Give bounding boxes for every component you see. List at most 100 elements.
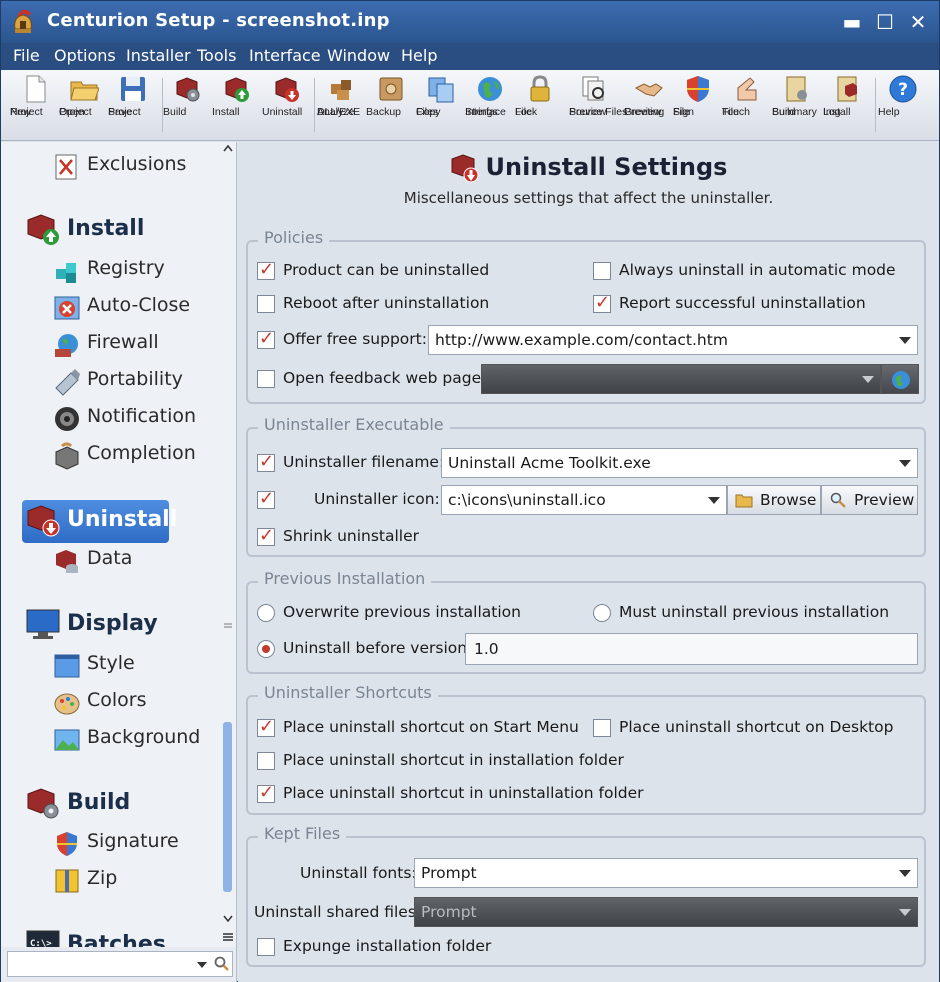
preview-greeting-button[interactable]: Preview Greeting <box>624 74 674 138</box>
menu-interface[interactable]: Interface <box>249 46 321 65</box>
uninstaller-filename-combo[interactable]: Uninstall Acme Toolkit.exe <box>441 448 918 478</box>
help-button[interactable]: ? Help <box>878 74 928 138</box>
save-project-button[interactable]: Save Project <box>108 74 158 138</box>
new-document-icon <box>26 75 46 103</box>
preview-source-files-button[interactable]: Preview Source Files <box>569 74 627 138</box>
style-window-icon <box>54 654 80 678</box>
copy-files-icon <box>428 77 454 103</box>
close-button[interactable]: ✕ <box>905 9 931 35</box>
uninstaller-icon-combo[interactable]: c:\icons\uninstall.ico <box>441 485 727 515</box>
checkbox-box[interactable] <box>257 370 275 388</box>
dropdown-arrow-icon[interactable] <box>899 870 911 877</box>
install-button[interactable]: Install <box>212 74 262 138</box>
radio-circle[interactable] <box>593 604 611 622</box>
checkbox-box[interactable] <box>257 752 275 770</box>
sidebar-search-input[interactable] <box>7 951 233 977</box>
checkbox-box[interactable] <box>257 938 275 956</box>
usb-drive-icon <box>55 369 80 396</box>
preview-button[interactable]: Preview <box>821 485 918 515</box>
checkbox-box[interactable] <box>257 328 275 349</box>
floppy-disk-icon <box>121 77 145 101</box>
menu-tools[interactable]: Tools <box>197 46 236 65</box>
firewall-globe-icon <box>55 334 78 357</box>
uninstall-box-icon <box>275 77 299 102</box>
uninstall-before-version-input[interactable]: 1.0 <box>465 633 918 665</box>
uninstaller-shortcuts-legend: Uninstaller Shortcuts <box>258 683 438 702</box>
radio-circle[interactable] <box>257 640 275 658</box>
policies-legend: Policies <box>258 228 330 247</box>
install-box-icon <box>225 77 249 102</box>
radio-circle[interactable] <box>257 604 275 622</box>
uninstall-box-icon <box>27 505 60 537</box>
checkbox-box[interactable] <box>593 719 611 737</box>
interface-strings-button[interactable]: Interface Strings <box>465 74 515 138</box>
checkbox-box[interactable] <box>257 525 275 546</box>
menu-window[interactable]: Window <box>327 46 390 65</box>
uninstall-button[interactable]: Uninstall <box>262 74 312 138</box>
dropdown-arrow-icon[interactable] <box>899 460 911 467</box>
page-subtitle: Miscellaneous settings that affect the u… <box>403 189 774 207</box>
new-project-button[interactable]: New Project <box>10 74 60 138</box>
window-title: Centurion Setup - screenshot.inp <box>47 10 390 31</box>
analyze-dll-button[interactable]: Analyze DLL/EXE <box>317 74 367 138</box>
checkbox-box[interactable] <box>593 262 611 280</box>
checkbox-box[interactable] <box>257 782 275 803</box>
copy-files-button[interactable]: Copy Files <box>416 74 466 138</box>
exclusions-icon <box>55 154 77 180</box>
page-title: Uninstall Settings <box>238 152 939 184</box>
safe-icon <box>379 77 403 101</box>
navigation-sidebar: Exclusions Install Registry Auto-Close F… <box>1 142 237 947</box>
handshake-icon <box>634 83 663 97</box>
landscape-picture-icon <box>54 729 80 751</box>
menu-help[interactable]: Help <box>401 46 437 65</box>
checkbox-box[interactable] <box>257 716 275 737</box>
checkbox-box[interactable] <box>257 259 275 280</box>
magnifier-icon <box>830 492 846 508</box>
build-button[interactable]: Build <box>163 74 213 138</box>
scroll-up-icon[interactable] <box>223 144 233 152</box>
scroll-down-icon[interactable] <box>223 914 233 922</box>
backup-button[interactable]: Backup <box>366 74 416 138</box>
uninstall-settings-panel: Uninstall Settings Miscellaneous setting… <box>238 142 939 982</box>
dropdown-arrow-icon[interactable] <box>899 337 911 344</box>
title-bar[interactable]: Centurion Setup - screenshot.inp ▬ ☐ ✕ <box>1 1 939 43</box>
install-log-button[interactable]: Install Log <box>823 74 873 138</box>
build-gear-icon <box>27 788 59 819</box>
support-url-combo[interactable]: http://www.example.com/contact.htm <box>428 325 918 355</box>
sign-file-button[interactable]: Sign File <box>673 74 723 138</box>
checkbox-box[interactable] <box>593 292 611 313</box>
dropdown-arrow-icon[interactable] <box>708 497 720 504</box>
uninstaller-executable-group: Uninstaller Executable Uninstaller filen… <box>246 415 926 557</box>
sidebar-scroll-thumb[interactable] <box>223 722 232 892</box>
lock-file-button[interactable]: Lock File <box>515 74 565 138</box>
browse-button[interactable]: Browse <box>727 485 821 515</box>
menu-options[interactable]: Options <box>54 46 116 65</box>
menu-installer[interactable]: Installer <box>126 46 191 65</box>
open-web-page-button[interactable] <box>881 364 919 394</box>
checkbox-box[interactable] <box>257 295 275 313</box>
summary-scroll-icon <box>786 76 807 102</box>
install-box-icon <box>27 214 59 245</box>
dropdown-arrow-icon[interactable] <box>899 909 911 916</box>
uninstall-fonts-combo[interactable]: Prompt <box>414 858 918 888</box>
menu-file[interactable]: File <box>13 46 40 65</box>
list-menu-icon[interactable] <box>222 932 234 942</box>
monitor-icon <box>26 609 60 639</box>
dropdown-arrow-icon[interactable] <box>862 376 874 383</box>
build-gear-icon <box>176 77 200 102</box>
dropdown-arrow-icon[interactable] <box>196 961 208 969</box>
search-icon[interactable] <box>214 956 230 972</box>
speaker-icon <box>55 407 79 431</box>
checkbox-box[interactable] <box>257 488 275 509</box>
maximize-button[interactable]: ☐ <box>872 9 898 35</box>
open-project-button[interactable]: Open Project <box>59 74 109 138</box>
build-summary-button[interactable]: Build Summary <box>772 74 822 138</box>
scroll-grip-icon <box>224 623 232 628</box>
touch-file-button[interactable]: Touch File <box>722 74 772 138</box>
toolbar-separator <box>314 78 315 132</box>
minimize-button[interactable]: ▬ <box>839 9 865 35</box>
checkbox-box[interactable] <box>257 451 275 472</box>
feedback-url-combo[interactable] <box>481 364 881 394</box>
svg-text:?: ? <box>898 80 908 100</box>
uninstall-shared-files-combo[interactable]: Prompt <box>414 897 918 927</box>
